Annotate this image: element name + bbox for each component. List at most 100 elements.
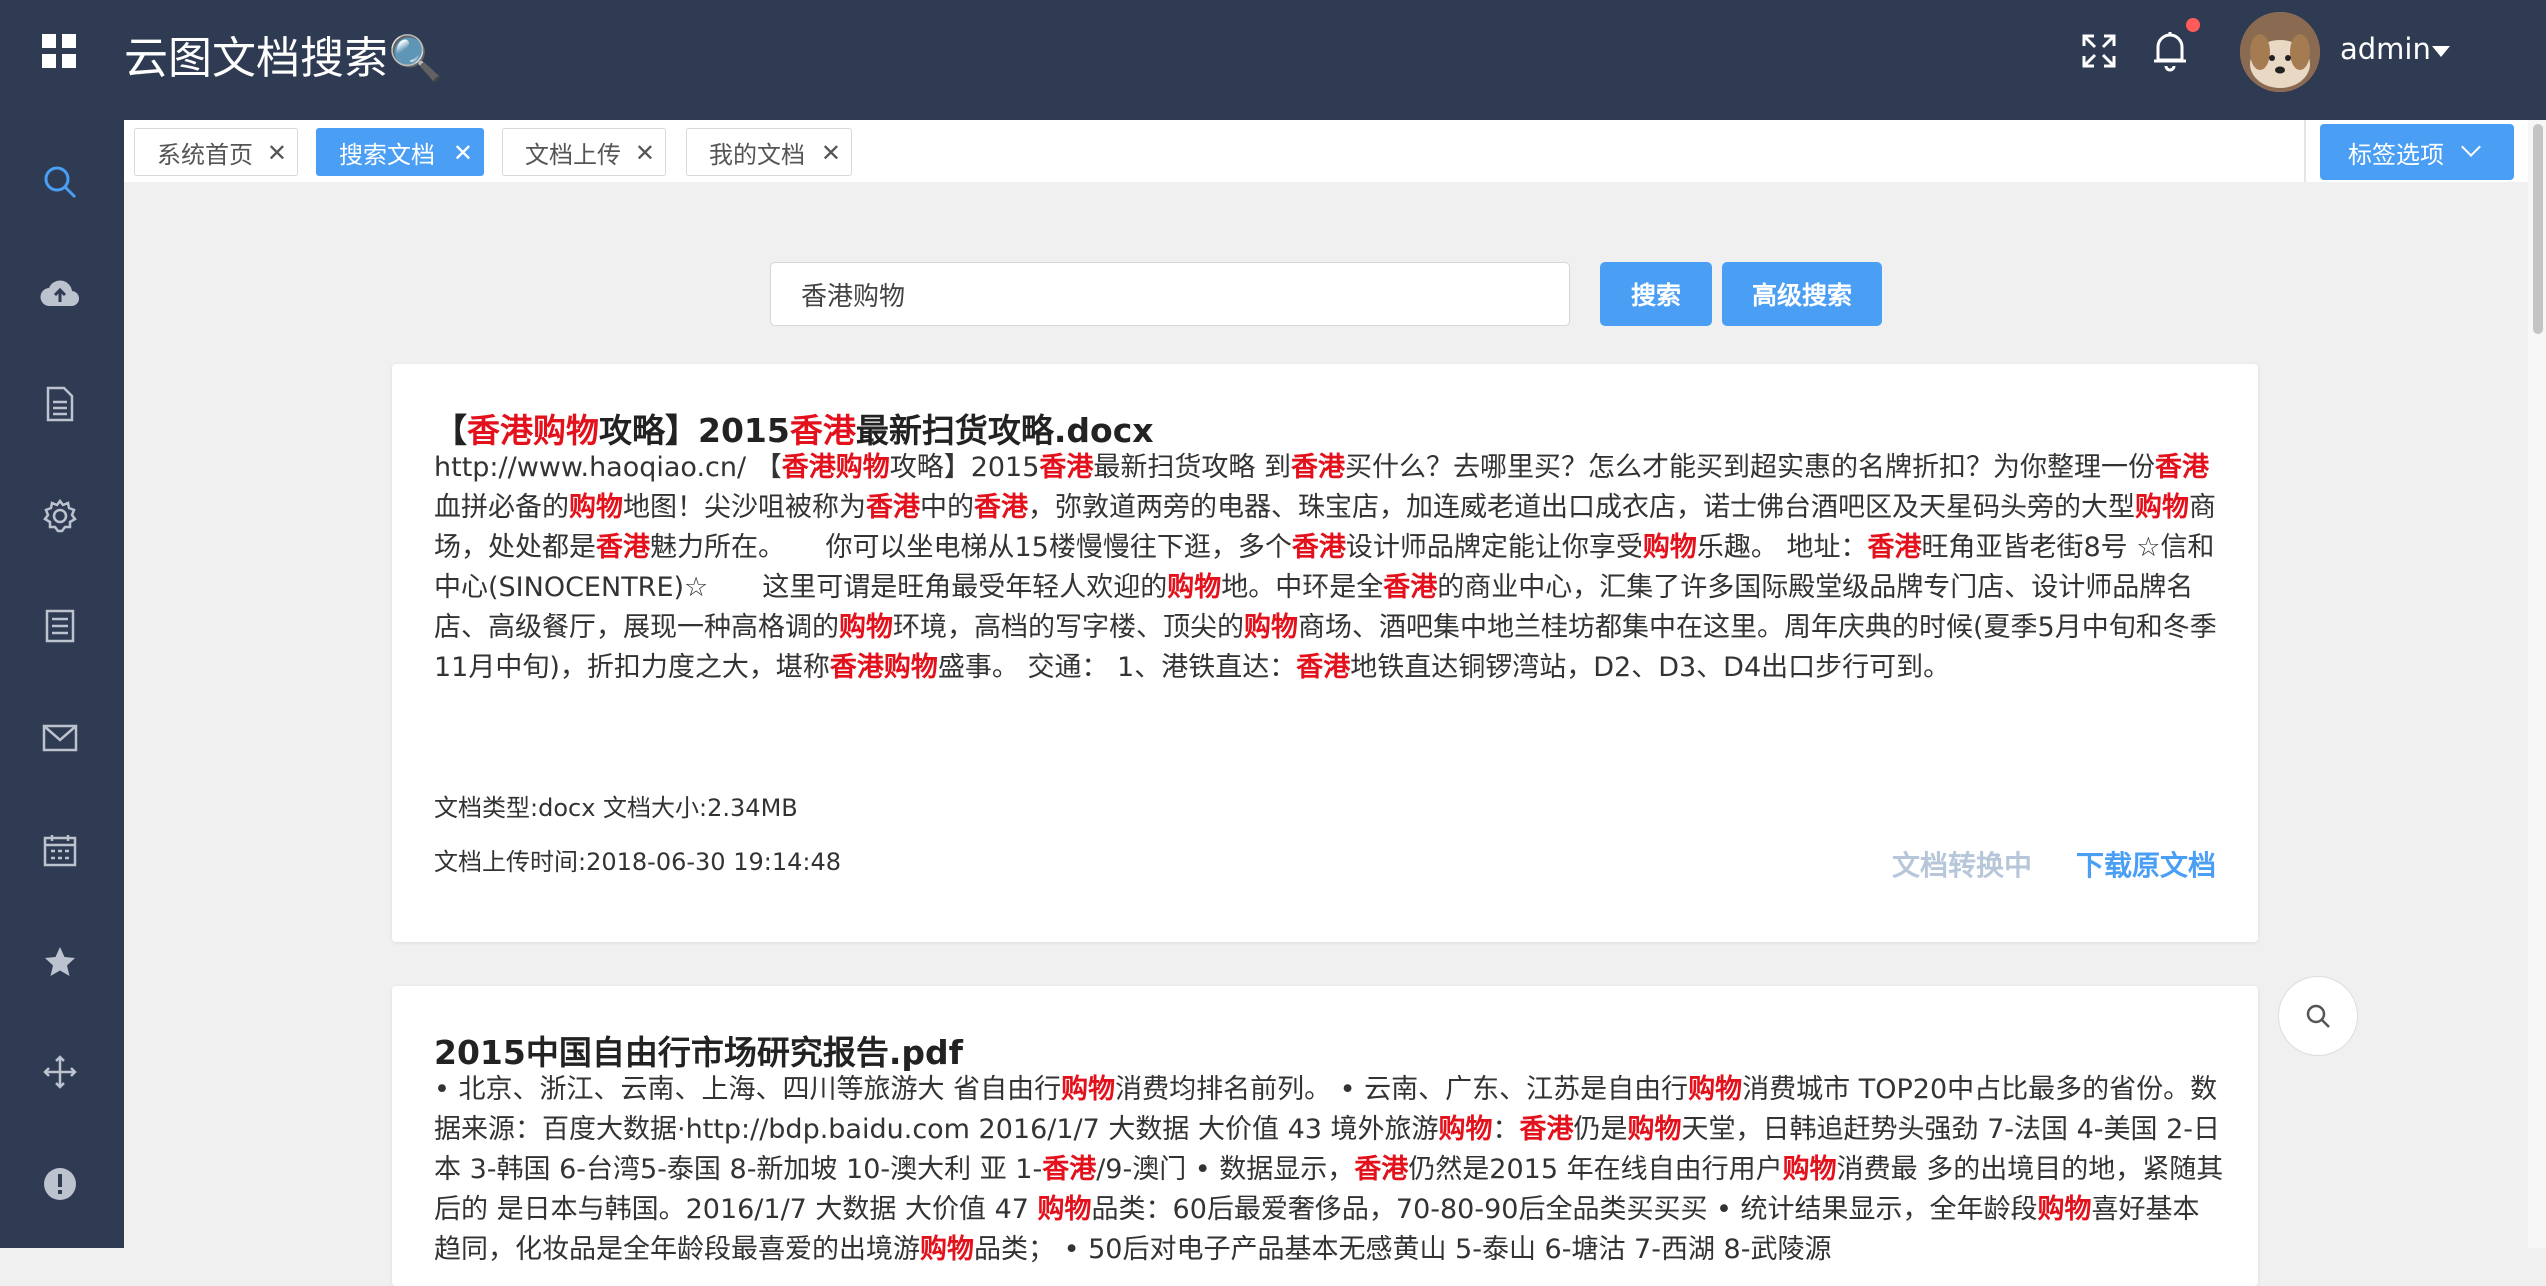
keyword-highlight: 香港 (1291, 532, 1346, 563)
keyword-highlight: 购物 (1438, 1114, 1493, 1145)
result-snippet: http://www.haoqiao.cn/ 【香港购物攻略】2015香港最新扫… (434, 452, 2217, 683)
keyword-highlight: 香港 (1354, 1154, 1409, 1185)
keyword-highlight: 购物 (920, 1234, 974, 1265)
app-title: 云图文档搜索🔍 (124, 33, 443, 84)
floating-search-button[interactable] (2278, 976, 2358, 1056)
mail-icon (42, 724, 78, 752)
keyword-highlight: 香港 (1291, 452, 1346, 483)
fullscreen-icon[interactable] (2080, 32, 2118, 74)
calendar-icon (43, 835, 77, 867)
keyword-highlight: 购物 (839, 612, 893, 643)
tab-options-button[interactable]: 标签选项 (2320, 124, 2514, 180)
result-snippet: • 北京、浙江、云南、上海、四川等旅游大 省自由行购物消费均排名前列。 • 云南… (434, 1074, 2224, 1265)
result-card: 【香港购物攻略】2015香港最新扫货攻略.docx http://www.hao… (392, 364, 2258, 942)
keyword-highlight: 购物 (1061, 1074, 1116, 1105)
close-icon[interactable]: ✕ (635, 141, 655, 165)
keyword-highlight: 香港 (829, 652, 884, 683)
scrollbar-thumb[interactable] (2533, 124, 2543, 334)
keyword-highlight: 购物 (1244, 612, 1298, 643)
keyword-highlight: 香港 (596, 532, 650, 563)
tab-upload[interactable]: 文档上传 ✕ (502, 128, 666, 176)
sidebar-item-documents[interactable] (30, 374, 90, 434)
search-icon (44, 166, 77, 199)
keyword-highlight: 购物 (883, 652, 938, 683)
chevron-down-icon (2461, 137, 2481, 157)
alert-icon (44, 1168, 76, 1200)
result-title[interactable]: 2015中国自由行市场研究报告.pdf (434, 1026, 963, 1074)
sidebar-item-settings[interactable] (30, 486, 90, 546)
keyword-highlight: 购物 (2135, 492, 2189, 523)
search-button[interactable]: 搜索 (1600, 262, 1712, 326)
tab-my-documents[interactable]: 我的文档 ✕ (686, 128, 852, 176)
sidebar-item-upload[interactable] (30, 264, 90, 324)
sidebar-item-alert[interactable] (30, 1154, 90, 1214)
tab-label: 文档上传 (525, 140, 621, 169)
tab-label: 系统首页 (157, 140, 253, 169)
gear-icon (43, 498, 77, 533)
keyword-highlight: 购物 (1642, 532, 1697, 563)
notification-dot (2186, 18, 2200, 32)
upload-time: 文档上传时间:2018-06-30 19:14:48 (434, 848, 841, 876)
top-bar: 云图文档搜索🔍 admin (0, 0, 2546, 120)
doc-type: 文档类型:docx (434, 794, 596, 822)
keyword-highlight: 香港 (1039, 452, 1094, 483)
search-input[interactable]: 香港购物 (770, 262, 1570, 326)
list-icon (45, 609, 75, 643)
search-icon (2306, 1004, 2330, 1028)
bell-icon[interactable] (2150, 28, 2190, 76)
keyword-highlight: 香港 (2155, 452, 2210, 483)
keyword-highlight: 购物 (533, 411, 599, 450)
close-icon[interactable]: ✕ (821, 141, 841, 165)
converting-status: 文档转换中 (1892, 849, 2033, 882)
keyword-highlight: 购物 (1688, 1074, 1743, 1105)
star-icon (45, 947, 75, 976)
avatar[interactable] (2240, 12, 2320, 92)
result-meta-type-size: 文档类型:docx 文档大小:2.34MB (434, 788, 798, 823)
keyword-highlight: 香港 (467, 411, 533, 450)
keyword-highlight: 香港 (1519, 1114, 1574, 1145)
sidebar-item-move[interactable] (30, 1042, 90, 1102)
doc-size: 文档大小:2.34MB (603, 794, 798, 822)
search-input-value: 香港购物 (801, 281, 906, 312)
sidebar-item-search[interactable] (30, 152, 90, 212)
keyword-highlight: 香港 (789, 411, 856, 450)
keyword-highlight: 购物 (835, 452, 890, 483)
tab-home[interactable]: 系统首页 ✕ (134, 128, 298, 176)
keyword-highlight: 购物 (569, 492, 623, 523)
keyword-highlight: 香港 (1296, 652, 1351, 683)
tab-search-documents[interactable]: 搜索文档 ✕ (316, 128, 484, 176)
keyword-highlight: 香港 (1867, 532, 1922, 563)
keyword-highlight: 购物 (1167, 572, 1222, 603)
close-icon[interactable]: ✕ (267, 141, 287, 165)
move-icon (43, 1055, 77, 1089)
sidebar (0, 120, 124, 1248)
download-link[interactable]: 下载原文档 (2076, 844, 2216, 884)
keyword-highlight: 购物 (1037, 1194, 1092, 1225)
keyword-highlight: 购物 (1782, 1154, 1837, 1185)
close-icon[interactable]: ✕ (453, 141, 473, 165)
tab-divider (2304, 120, 2306, 182)
keyword-highlight: 香港 (1042, 1154, 1097, 1185)
keyword-highlight: 香港 (866, 492, 920, 523)
sidebar-item-favorites[interactable] (30, 932, 90, 992)
keyword-highlight: 香港 (781, 452, 836, 483)
sidebar-item-mail[interactable] (30, 708, 90, 768)
document-icon (46, 386, 74, 422)
caret-down-icon[interactable] (2432, 46, 2450, 57)
tab-label: 搜索文档 (339, 140, 435, 169)
grid-menu-icon[interactable] (42, 34, 76, 68)
cloud-upload-icon (40, 280, 80, 307)
keyword-highlight: 购物 (2037, 1194, 2092, 1225)
tab-bar (124, 120, 2546, 182)
result-title[interactable]: 【香港购物攻略】2015香港最新扫货攻略.docx (434, 404, 1154, 452)
keyword-highlight: 香港 (974, 492, 1028, 523)
tab-label: 我的文档 (709, 140, 805, 169)
advanced-search-button[interactable]: 高级搜索 (1722, 262, 1882, 326)
result-card: 2015中国自由行市场研究报告.pdf • 北京、浙江、云南、上海、四川等旅游大… (392, 986, 2258, 1286)
tab-options-label: 标签选项 (2348, 140, 2444, 169)
sidebar-item-list[interactable] (30, 596, 90, 656)
keyword-highlight: 购物 (1627, 1114, 1682, 1145)
keyword-highlight: 香港 (1383, 572, 1438, 603)
username[interactable]: admin (2340, 32, 2431, 66)
sidebar-item-calendar[interactable] (30, 820, 90, 880)
